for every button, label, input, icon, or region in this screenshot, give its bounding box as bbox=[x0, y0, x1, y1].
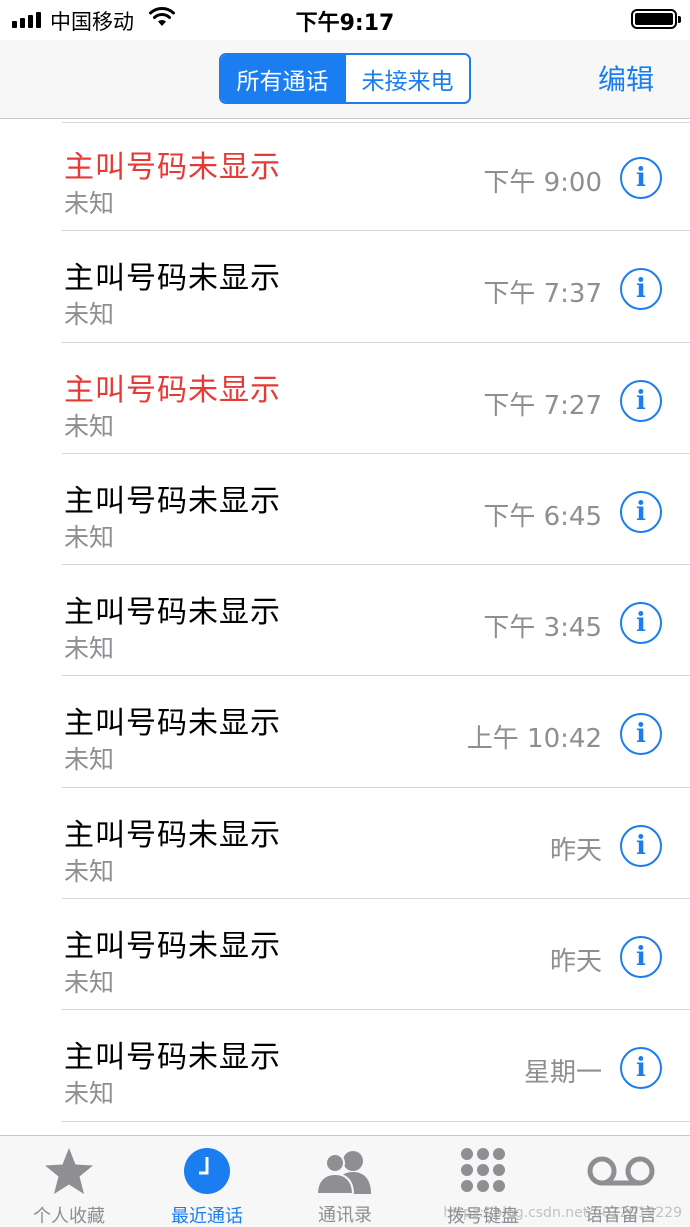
segment-all-calls[interactable]: 所有通话 bbox=[221, 55, 344, 102]
nav-bar: 所有通话 未接来电 编辑 bbox=[0, 40, 690, 119]
call-time: 昨天 bbox=[549, 947, 602, 978]
caller-name: 主叫号码未显示 bbox=[64, 372, 281, 408]
call-label: 未知 bbox=[64, 1079, 115, 1109]
tab-label: 个人收藏 bbox=[33, 1206, 105, 1227]
call-label: 未知 bbox=[64, 745, 115, 775]
tab-contacts[interactable]: 通讯录 bbox=[276, 1136, 414, 1227]
caller-name: 主叫号码未显示 bbox=[64, 150, 281, 185]
info-icon[interactable]: i bbox=[620, 936, 662, 979]
call-label: 未知 bbox=[64, 522, 115, 552]
tab-favorites[interactable]: 个人收藏 bbox=[0, 1136, 138, 1227]
caller-name: 主叫号码未显示 bbox=[64, 483, 281, 519]
call-row[interactable]: 主叫号码未显示 未知 昨天 i bbox=[0, 788, 690, 900]
info-icon[interactable]: i bbox=[620, 713, 662, 756]
edit-button[interactable]: 编辑 bbox=[598, 58, 654, 98]
info-icon[interactable]: i bbox=[620, 824, 662, 867]
info-icon[interactable]: i bbox=[620, 490, 662, 533]
call-time: 下午 6:45 bbox=[483, 501, 602, 532]
tab-label: 最近通话 bbox=[171, 1206, 243, 1227]
caller-name: 主叫号码未显示 bbox=[64, 929, 281, 965]
recent-calls-list: 主叫号码未显示 未知 下午 9:00 i 主叫号码未显示 未知 下午 7:37 i 主叫号码未显… bbox=[0, 120, 690, 1122]
info-icon[interactable]: i bbox=[620, 379, 662, 422]
call-row[interactable]: 主叫号码未显示 未知 昨天 i bbox=[0, 899, 690, 1011]
info-icon[interactable]: i bbox=[620, 602, 662, 645]
tab-label: 通讯录 bbox=[318, 1205, 372, 1226]
call-time: 下午 9:00 bbox=[483, 168, 602, 198]
call-label: 未知 bbox=[64, 411, 115, 441]
caller-name: 主叫号码未显示 bbox=[64, 1040, 281, 1076]
tab-recents[interactable]: 最近通话 bbox=[138, 1136, 276, 1227]
keypad-icon bbox=[458, 1146, 508, 1196]
call-row[interactable]: 主叫号码未显示 未知 下午 3:45 i bbox=[0, 565, 690, 677]
call-time: 上午 10:42 bbox=[466, 724, 602, 755]
clock-icon bbox=[182, 1146, 232, 1196]
call-label: 未知 bbox=[64, 300, 115, 330]
caller-name: 主叫号码未显示 bbox=[64, 817, 281, 853]
caller-name: 主叫号码未显示 bbox=[64, 595, 281, 631]
caller-name: 主叫号码未显示 bbox=[64, 706, 281, 742]
call-time: 昨天 bbox=[549, 835, 602, 866]
segment-missed-calls[interactable]: 未接来电 bbox=[344, 55, 469, 102]
battery-icon bbox=[631, 9, 681, 29]
call-time: 下午 7:27 bbox=[483, 390, 602, 421]
call-time: 星期一 bbox=[523, 1058, 602, 1089]
tab-bar: 个人收藏 最近通话 通讯录 拨号键盘 语音留言 https://blog.csd… bbox=[0, 1135, 690, 1227]
watermark: https://blog.csdn.net/u012019229 bbox=[443, 1205, 682, 1221]
call-label: 未知 bbox=[64, 856, 115, 886]
info-icon[interactable]: i bbox=[620, 1047, 662, 1090]
call-row[interactable]: 主叫号码未显示 未知 下午 6:45 i bbox=[0, 454, 690, 566]
call-row[interactable]: 主叫号码未显示 未知 下午 7:27 i bbox=[0, 343, 690, 454]
divider bbox=[62, 122, 690, 123]
call-time: 下午 7:37 bbox=[483, 279, 602, 310]
call-label: 未知 bbox=[64, 189, 115, 218]
call-time: 下午 3:45 bbox=[483, 613, 602, 644]
call-row[interactable]: 主叫号码未显示未知 下午 9:00 i bbox=[0, 120, 690, 232]
call-row[interactable]: 主叫号码未显示 未知 星期一 i bbox=[0, 1010, 690, 1122]
caller-name: 主叫号码未显示 bbox=[64, 261, 281, 297]
voicemail-icon bbox=[586, 1146, 656, 1195]
star-icon bbox=[42, 1146, 96, 1196]
status-bar: 中国移动 下午9:17 bbox=[0, 0, 690, 40]
status-time: 下午9:17 bbox=[295, 11, 395, 36]
call-row[interactable]: 主叫号码未显示 未知 上午 10:42 i bbox=[0, 676, 690, 788]
call-row[interactable]: 主叫号码未显示 未知 下午 7:37 i bbox=[0, 231, 690, 343]
divider bbox=[62, 1120, 690, 1122]
call-label: 未知 bbox=[64, 968, 115, 998]
call-label: 未知 bbox=[64, 634, 115, 664]
info-icon[interactable]: i bbox=[620, 268, 662, 311]
contacts-icon bbox=[313, 1146, 377, 1195]
call-filter-segmented-control: 所有通话 未接来电 bbox=[219, 53, 471, 104]
info-icon[interactable]: i bbox=[620, 157, 662, 199]
